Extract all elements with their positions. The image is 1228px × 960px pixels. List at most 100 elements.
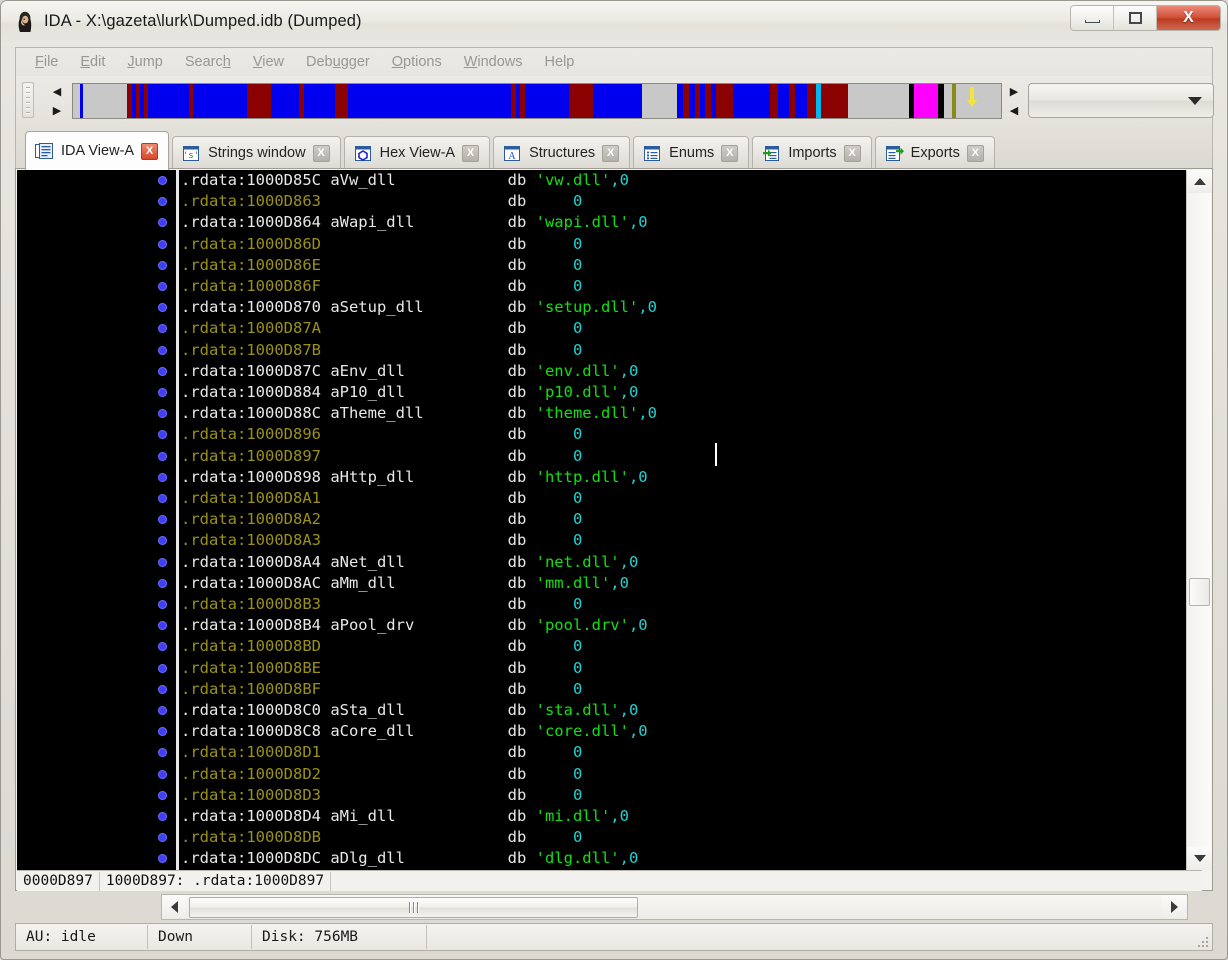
tab-close-icon[interactable]: X [462,144,480,162]
restore-button[interactable] [1114,6,1157,30]
menu-item-file[interactable]: File [24,51,69,73]
minimize-button[interactable] [1071,6,1114,30]
disassembly-line[interactable]: .rdata:1000D85C aVw_dll db 'vw.dll',0 [181,171,629,192]
vertical-scroll-thumb[interactable] [1189,577,1210,606]
disassembly-line[interactable]: .rdata:1000D8BF db 0 [181,680,582,701]
numeric-literal: ,0 [628,213,648,232]
tab-close-icon[interactable]: X [312,144,330,162]
disassembly-line[interactable]: .rdata:1000D864 aWapi_dll db 'wapi.dll',… [181,213,648,234]
disassembly-line[interactable]: .rdata:1000D8C8 aCore_dll db 'core.dll',… [181,722,648,743]
chevron-down-icon[interactable] [1188,97,1202,105]
disassembly-line[interactable]: .rdata:1000D863 db 0 [181,192,582,213]
nav-page-right-icon[interactable]: ▶ [1007,84,1021,98]
disassembly-line[interactable]: .rdata:1000D8DC aDlg_dll db 'dlg.dll',0 [181,849,638,870]
tab-close-icon[interactable]: X [966,144,984,162]
disassembly-line[interactable]: .rdata:1000D897 db 0 [181,447,582,468]
menu-item-edit[interactable]: Edit [69,51,116,73]
tab-exports[interactable]: Exports X [874,136,995,169]
toolbar-grip[interactable] [22,82,34,118]
disassembly-line[interactable]: .rdata:1000D86F db 0 [181,277,582,298]
disassembly-line[interactable]: .rdata:1000D8B4 aPool_drv db 'pool.drv',… [181,616,648,637]
menu-item-search[interactable]: Search [174,51,242,73]
disassembly-line[interactable]: .rdata:1000D8A2 db 0 [181,510,582,531]
tab-structures[interactable]: A Structures X [493,136,631,169]
disassembly-line[interactable]: .rdata:1000D87C aEnv_dll db 'env.dll',0 [181,362,638,383]
tab-close-icon[interactable]: X [843,144,861,162]
menu-item-view[interactable]: View [242,51,295,73]
jump-address-combobox[interactable] [1028,83,1214,118]
close-button[interactable]: X [1157,6,1220,30]
line-marker-dot [158,621,167,631]
line-operand: 0 [572,192,583,211]
line-operand: 'mi.dll',0 [536,807,629,825]
tab-strings-window[interactable]: 's' Strings window X [172,136,341,169]
disassembly-line[interactable]: .rdata:1000D870 aSetup_dll db 'setup.dll… [181,298,657,319]
disassembly-line[interactable]: .rdata:1000D8BD db 0 [181,637,582,658]
window-resize-grip[interactable] [1194,933,1208,947]
disassembly-line[interactable]: .rdata:1000D8A1 db 0 [181,489,582,510]
menu-item-windows[interactable]: Windows [453,51,534,73]
string-literal: 'wapi.dll' [535,213,629,232]
scroll-left-button[interactable] [162,895,186,919]
title-bar[interactable]: IDA - X:\gazeta\lurk\Dumped.idb (Dumped)… [1,1,1227,45]
line-marker-dot [158,557,167,567]
line-operand: 'http.dll',0 [536,468,648,486]
disassembly-line[interactable]: .rdata:1000D8A3 db 0 [181,531,582,552]
line-operand: 0 [572,595,583,613]
string-literal: 'p10.dll' [535,383,620,401]
disassembly-line[interactable]: .rdata:1000D8C0 aSta_dll db 'sta.dll',0 [181,701,638,722]
nav-band-segment [715,84,734,118]
disassembly-line[interactable]: .rdata:1000D884 aP10_dll db 'p10.dll',0 [181,383,638,404]
line-mnemonic: db [507,785,573,804]
disassembly-horizontal-scrollbar[interactable] [161,894,1188,920]
cross-reference-arrows-pane [17,170,153,870]
navigation-band[interactable] [72,83,1002,119]
disassembly-line[interactable]: .rdata:1000D86E db 0 [181,256,582,277]
disassembly-line[interactable]: .rdata:1000D87A db 0 [181,319,582,340]
line-marker-dot [158,663,167,673]
tab-close-icon[interactable]: X [141,142,159,160]
line-mnemonic: db [507,828,573,847]
scroll-right-button[interactable] [1162,895,1186,919]
disassembly-line[interactable]: .rdata:1000D8BE db 0 [181,659,582,680]
disassembly-line[interactable]: .rdata:1000D8D4 aMi_dll db 'mi.dll',0 [181,807,629,828]
disassembly-line[interactable]: .rdata:1000D88C aTheme_dll db 'theme.dll… [181,404,657,425]
scroll-up-button[interactable] [1187,170,1212,193]
disassembly-text-area[interactable]: .rdata:1000D85C aVw_dll db 'vw.dll',0 .rd… [176,170,1202,870]
scroll-down-button[interactable] [1187,847,1212,870]
line-operand: 'pool.drv',0 [536,616,648,634]
line-symbol-name: aVw_dll [330,171,508,189]
disassembly-line[interactable]: .rdata:1000D8D1 db 0 [181,743,582,764]
disassembly-line[interactable]: .rdata:1000D87B db 0 [181,341,582,362]
tab-close-icon[interactable]: X [721,144,739,162]
line-address: .rdata:1000D86F [181,277,331,295]
nav-scroll-left-icon[interactable]: ◀ [50,84,64,98]
line-address: .rdata:1000D8D2 [181,764,331,783]
disassembly-line[interactable]: .rdata:1000D8B3 db 0 [181,595,582,616]
menu-item-jump[interactable]: Jump [116,51,173,73]
nav-scroll-right-icon[interactable]: ▶ [50,103,64,117]
disassembly-line[interactable]: .rdata:1000D898 aHttp_dll db 'http.dll',… [181,468,648,489]
disassembly-line[interactable]: .rdata:1000D8A4 aNet_dll db 'net.dll',0 [181,553,638,574]
disassembly-line[interactable]: .rdata:1000D896 db 0 [181,425,582,446]
tab-imports[interactable]: Imports X [752,136,872,169]
tab-hex-view-a[interactable]: Hex View-A X [343,136,491,169]
line-symbol-name [330,192,507,210]
menu-item-debugger[interactable]: Debugger [295,51,381,73]
menu-item-options[interactable]: Options [381,51,453,73]
disassembly-line[interactable]: .rdata:1000D86D db 0 [181,235,582,256]
line-symbol-name [330,659,507,677]
disassembly-line[interactable]: .rdata:1000D8AC aMm_dll db 'mm.dll',0 [181,574,629,595]
line-operand: 'theme.dll',0 [536,404,657,422]
horizontal-scroll-thumb[interactable] [189,897,638,918]
line-symbol-name: aCore_dll [330,722,508,741]
tab-close-icon[interactable]: X [602,144,620,162]
tab-ida-view-a[interactable]: IDA View-A X [25,131,170,170]
tab-enums[interactable]: Enums X [633,136,750,169]
nav-page-left-icon[interactable]: ◀ [1007,103,1021,117]
disassembly-line[interactable]: .rdata:1000D8D3 db 0 [181,786,582,807]
menu-item-help[interactable]: Help [534,51,586,73]
disassembly-vertical-scrollbar[interactable] [1186,170,1212,870]
disassembly-line[interactable]: .rdata:1000D8D2 db 0 [181,765,582,786]
disassembly-line[interactable]: .rdata:1000D8DB db 0 [181,828,582,849]
